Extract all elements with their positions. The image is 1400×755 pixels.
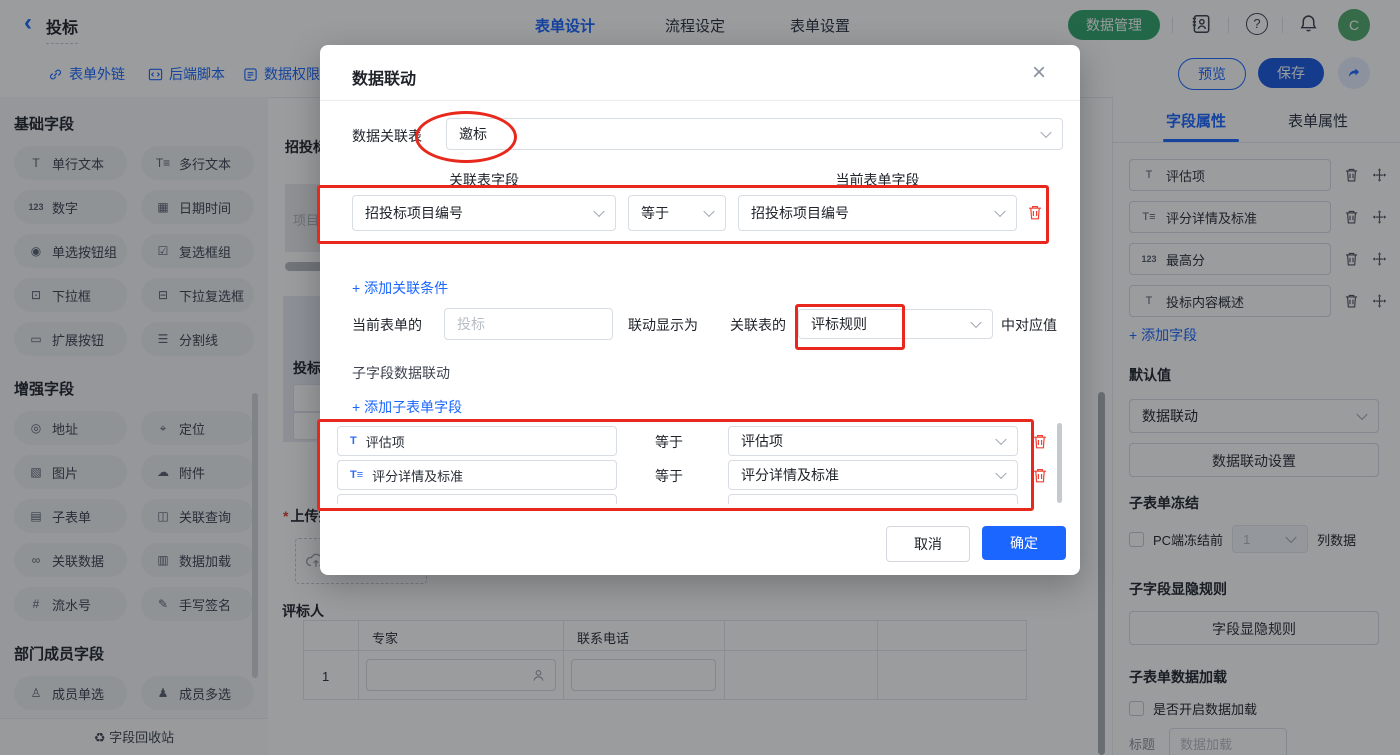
condition-operator-select[interactable]: 等于 xyxy=(628,195,726,231)
subfield-row-clipped xyxy=(320,494,1065,504)
add-condition-link[interactable]: + 添加关联条件 xyxy=(352,278,448,298)
column-header-current-field: 当前表单字段 xyxy=(835,172,920,188)
chevron-down-icon xyxy=(593,205,605,218)
subfield-linkage-title: 子字段数据联动 xyxy=(352,365,450,381)
subfield-right-clipped[interactable] xyxy=(728,494,1018,504)
app-window: ‹ 投标 表单设计 流程设定 表单设置 数据管理 ? C 表单外链 后端脚本 数… xyxy=(0,0,1400,755)
equals-label: 等于 xyxy=(655,434,683,450)
add-subform-field-link[interactable]: + 添加子表单字段 xyxy=(352,397,462,417)
textarea-icon: T≡ xyxy=(350,469,364,481)
related-table-label: 关联表的 xyxy=(730,317,786,333)
relation-table-select[interactable]: 邀标 xyxy=(446,118,1063,150)
chevron-down-icon xyxy=(995,467,1007,480)
chevron-down-icon xyxy=(1040,126,1052,139)
subfield-left-clipped[interactable] xyxy=(337,494,617,504)
subfield-row: T≡ 评分详情及标准 等于 评分详情及标准 xyxy=(320,460,1065,490)
chevron-down-icon xyxy=(994,205,1006,218)
related-field-select[interactable]: 评标规则 xyxy=(798,309,993,339)
subfield-left-evaluation-item[interactable]: T 评估项 xyxy=(337,426,617,456)
delete-condition-trash-icon[interactable] xyxy=(1027,204,1043,221)
subfield-row: T 评估项 等于 评估项 xyxy=(320,426,1065,456)
chevron-down-icon xyxy=(995,433,1007,446)
confirm-button[interactable]: 确定 xyxy=(982,526,1066,560)
display-as-label: 联动显示为 xyxy=(628,317,698,333)
text-icon: T xyxy=(350,435,357,447)
subfield-left-score-detail[interactable]: T≡ 评分详情及标准 xyxy=(337,460,617,490)
condition-left-select[interactable]: 招投标项目编号 xyxy=(352,195,616,231)
subfield-right-select[interactable]: 评估项 xyxy=(728,426,1018,456)
relation-table-label: 数据关联表 xyxy=(352,128,422,144)
modal-title: 数据联动 xyxy=(352,71,417,88)
current-form-field-input[interactable] xyxy=(444,308,613,340)
data-linkage-modal: 数据联动 × 数据关联表 邀标 关联表字段 当前表单字段 招投标项目编号 等于 … xyxy=(320,45,1080,575)
subfield-right-select[interactable]: 评分详情及标准 xyxy=(728,460,1018,490)
equals-label: 等于 xyxy=(655,468,683,484)
modal-scrollbar[interactable] xyxy=(1057,423,1062,503)
cancel-button[interactable]: 取消 xyxy=(886,526,970,562)
current-form-prefix-label: 当前表单的 xyxy=(352,317,422,333)
delete-subfield-trash-icon[interactable] xyxy=(1032,467,1048,484)
condition-right-select[interactable]: 招投标项目编号 xyxy=(738,195,1017,231)
modal-divider xyxy=(320,100,1080,101)
subfield-rows-viewport: T 评估项 等于 评估项 T≡ 评分详情及标准 等于 评分详情及标准 xyxy=(320,425,1065,504)
close-icon[interactable]: × xyxy=(1032,59,1046,87)
chevron-down-icon xyxy=(703,205,715,218)
corresponding-value-label: 中对应值 xyxy=(1001,317,1057,333)
column-header-relation-field: 关联表字段 xyxy=(449,172,519,188)
chevron-down-icon xyxy=(970,316,982,329)
delete-subfield-trash-icon[interactable] xyxy=(1032,433,1048,450)
